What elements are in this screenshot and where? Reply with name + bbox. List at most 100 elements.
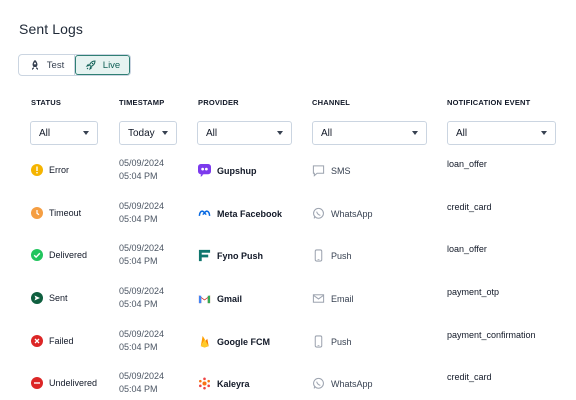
status-filter-value: All [39,127,51,139]
kaleyra-logo-icon [199,377,210,390]
timestamp-time: 05:04 PM [119,256,158,266]
gmail-logo-icon [198,294,211,304]
chevron-down-icon [541,131,547,135]
provider-cell: Kaleyra [198,377,250,390]
status-cell: Undelivered [31,377,97,389]
fcm-logo-icon [200,335,209,348]
provider-filter-select[interactable]: All [197,121,292,145]
environment-toggle[interactable]: Test Live [18,54,131,76]
provider-label: Kaleyra [217,378,250,389]
status-label: Sent [49,293,68,303]
provider-label: Meta Facebook [217,208,283,219]
provider-cell: Gmail [198,292,242,305]
status-cell: Delivered [31,249,87,261]
channel-cell: WhatsApp [312,207,373,220]
status-label: Failed [49,336,74,346]
event-cell: credit_card [447,372,492,382]
timestamp-date: 05/09/2024 [119,243,165,253]
status-cell: Error [31,164,69,176]
meta-logo-icon [198,210,211,216]
whatsapp-icon [313,377,324,389]
event-filter-value: All [456,127,468,139]
sms-icon [312,165,325,177]
column-header-event: NOTIFICATION EVENT [447,98,531,107]
timestamp-date: 05/09/2024 [119,201,165,211]
provider-label: Gupshup [217,165,257,176]
event-cell: payment_otp [447,287,500,297]
test-toggle-button[interactable]: Test [19,55,75,75]
live-label: Live [102,59,121,71]
timestamp-date: 05/09/2024 [119,329,165,339]
timestamp-cell: 05/09/2024 05:04 PM [119,285,164,311]
provider-cell: Gupshup [198,164,257,177]
timestamp-cell: 05/09/2024 05:04 PM [119,328,164,354]
chevron-down-icon [277,131,283,135]
event-cell: payment_confirmation [447,330,536,340]
failed-icon [31,335,43,347]
status-filter-select[interactable]: All [30,121,98,145]
delivered-icon [31,249,43,261]
timestamp-time: 05:04 PM [119,214,158,224]
status-cell: Failed [31,335,74,347]
channel-cell: Push [312,335,352,348]
timestamp-cell: 05/09/2024 05:04 PM [119,157,164,183]
event-cell: loan_offer [447,159,487,169]
page-title: Sent Logs [19,21,83,37]
timestamp-cell: 05/09/2024 05:04 PM [119,370,164,396]
timestamp-cell: 05/09/2024 05:04 PM [119,200,164,226]
fyno-logo-icon [198,249,211,262]
event-cell: loan_offer [447,244,487,254]
column-header-provider: PROVIDER [198,98,239,107]
test-label: Test [46,59,65,71]
timestamp-cell: 05/09/2024 05:04 PM [119,242,164,268]
whatsapp-icon [313,207,324,219]
timestamp-filter-select[interactable]: Today [119,121,177,145]
channel-label: Email [331,293,354,304]
timestamp-date: 05/09/2024 [119,158,165,168]
email-icon [312,294,325,303]
provider-cell: Meta Facebook [198,207,282,220]
channel-cell: WhatsApp [312,377,373,390]
rocket-icon [31,60,38,70]
error-icon [31,164,43,176]
status-label: Error [49,165,69,175]
channel-label: WhatsApp [331,378,373,389]
event-filter-select[interactable]: All [447,121,556,145]
channel-cell: Push [312,249,352,262]
status-cell: Timeout [31,207,81,219]
status-label: Undelivered [49,378,98,388]
event-cell: credit_card [447,202,492,212]
chevron-down-icon [412,131,418,135]
chevron-down-icon [83,131,89,135]
timestamp-filter-value: Today [128,127,155,139]
rocket-icon [85,60,96,71]
timeout-icon [31,207,43,219]
live-toggle-button[interactable]: Live [75,55,130,75]
timestamp-time: 05:04 PM [119,342,158,352]
timestamp-time: 05:04 PM [119,171,158,181]
channel-filter-select[interactable]: All [312,121,427,145]
channel-cell: Email [312,292,354,305]
provider-label: Google FCM [217,336,270,347]
timestamp-date: 05/09/2024 [119,286,165,296]
gupshup-logo-icon [198,164,211,177]
status-cell: Sent [31,292,68,304]
timestamp-date: 05/09/2024 [119,371,165,381]
undelivered-icon [31,377,43,389]
channel-filter-value: All [321,127,333,139]
channel-cell: SMS [312,164,351,177]
push-icon [314,335,323,348]
channel-label: Push [331,250,352,261]
sent-icon [31,292,43,304]
channel-label: SMS [331,165,351,176]
chevron-down-icon [162,131,168,135]
status-label: Delivered [49,250,88,260]
column-header-timestamp: TIMESTAMP [119,98,165,107]
column-header-channel: CHANNEL [312,98,351,107]
timestamp-time: 05:04 PM [119,384,158,394]
provider-cell: Google FCM [198,335,270,348]
provider-cell: Fyno Push [198,249,263,262]
channel-label: WhatsApp [331,208,373,219]
channel-label: Push [331,336,352,347]
column-header-status: STATUS [31,98,62,107]
